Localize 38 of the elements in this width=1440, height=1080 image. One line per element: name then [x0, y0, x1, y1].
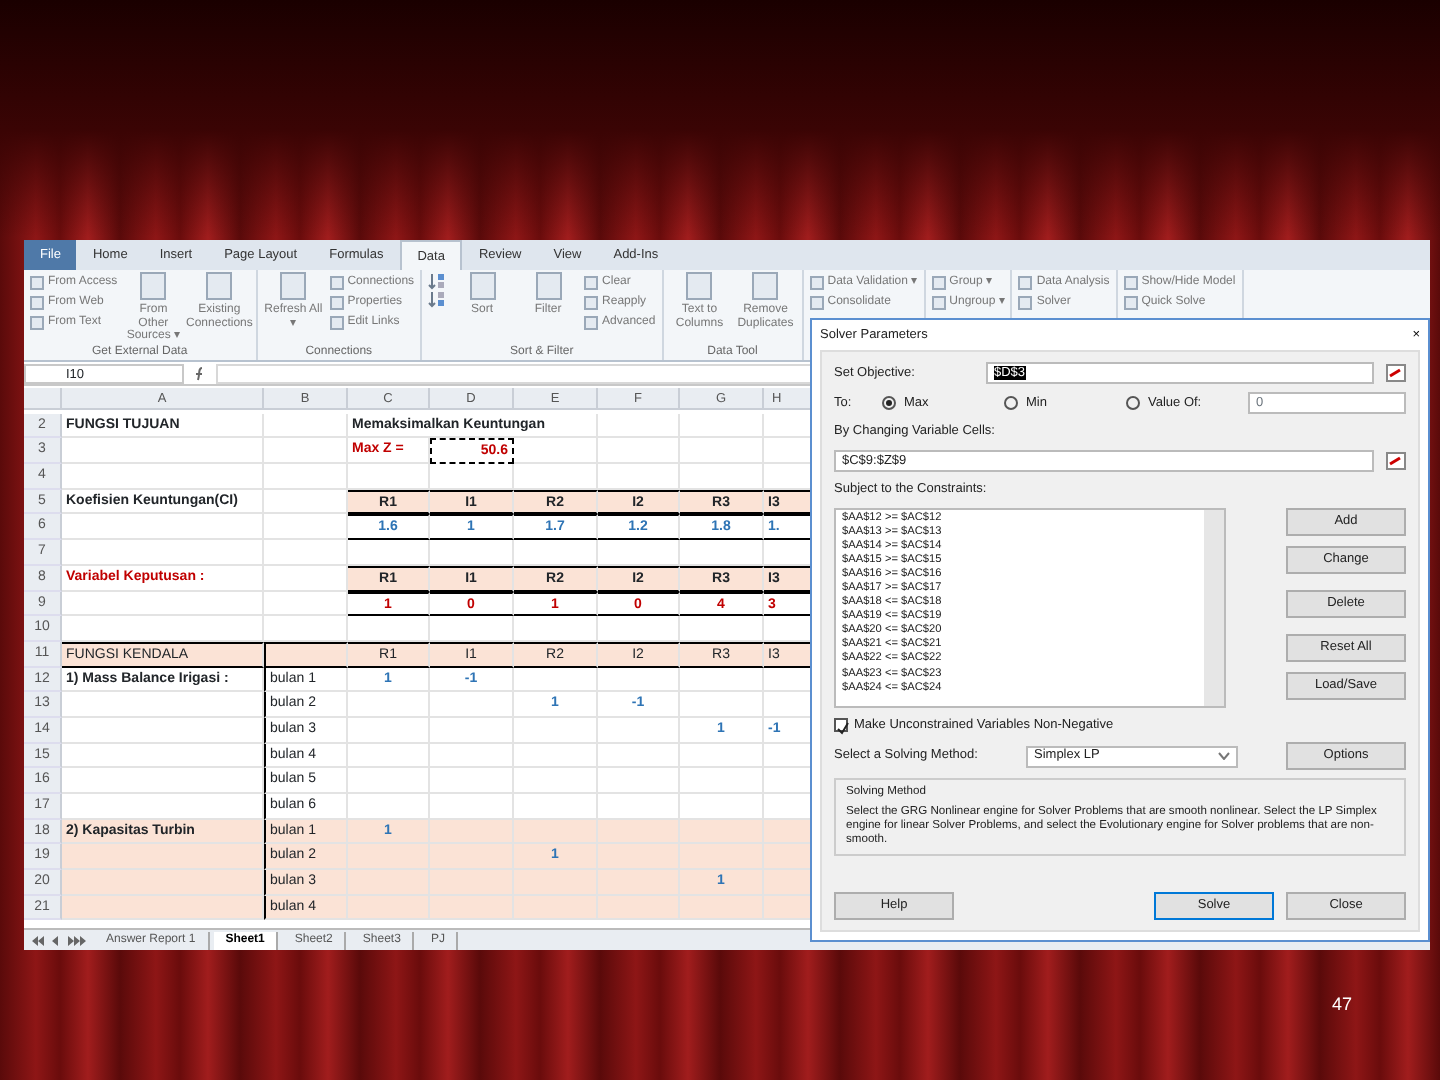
empty-cell — [598, 438, 680, 465]
empty-cell — [348, 743, 430, 769]
empty-cell — [264, 438, 348, 465]
empty-cell — [430, 717, 514, 744]
empty-cell — [430, 768, 514, 794]
empty-cell — [598, 743, 680, 769]
formula-icon — [192, 365, 208, 381]
empty-cell — [680, 667, 764, 693]
sort-ascending-icon[interactable] — [428, 272, 447, 290]
constraints-list[interactable] — [834, 507, 1226, 707]
empty-cell — [514, 768, 598, 794]
empty-cell — [598, 717, 680, 744]
caret-icon — [1218, 752, 1230, 761]
empty-cell — [514, 438, 598, 465]
empty-cell — [430, 743, 514, 769]
empty-cell — [348, 692, 430, 718]
check-icon — [836, 721, 850, 736]
empty-cell — [680, 743, 764, 769]
empty-cell — [348, 717, 430, 744]
empty-cell — [430, 692, 514, 718]
empty-cell — [348, 768, 430, 794]
empty-cell — [514, 717, 598, 744]
empty-cell — [598, 667, 680, 693]
range-picker-icon[interactable] — [1386, 451, 1406, 470]
empty-cell — [264, 464, 348, 490]
empty-cell — [514, 667, 598, 693]
empty-cell — [598, 413, 680, 439]
sheet-navigation-icon[interactable] — [30, 933, 90, 947]
scrollbar[interactable] — [1204, 509, 1224, 705]
sort-descending-icon[interactable] — [428, 290, 447, 308]
empty-cell — [264, 540, 348, 566]
range-picker-icon[interactable] — [1386, 364, 1406, 382]
empty-cell — [264, 591, 348, 617]
empty-cell — [264, 413, 348, 439]
empty-cell — [514, 743, 598, 769]
empty-cell — [598, 768, 680, 794]
page-number: 47 — [1332, 992, 1353, 1018]
empty-cell — [264, 514, 348, 541]
